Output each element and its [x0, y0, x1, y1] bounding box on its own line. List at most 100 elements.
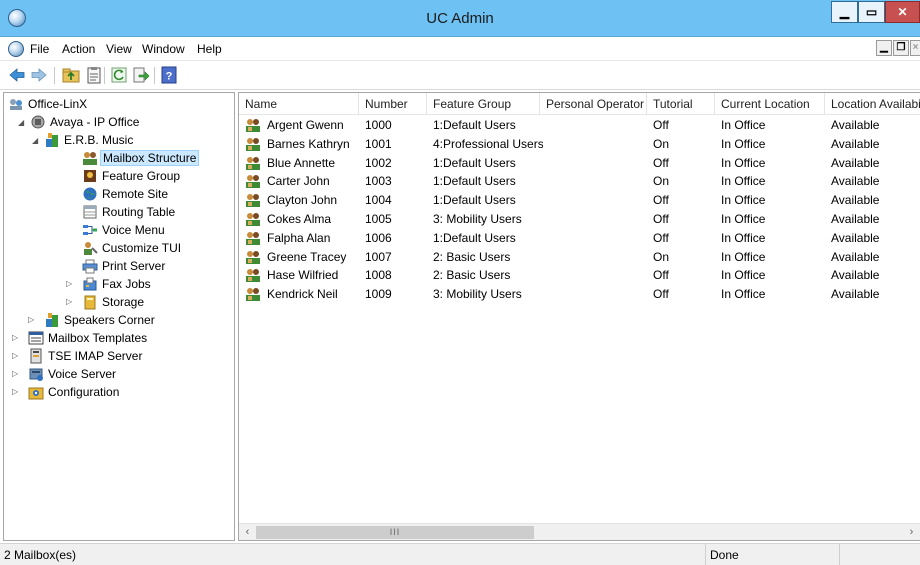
table-row[interactable]: Blue Annette 1002 1:Default Users Off In Off…	[239, 154, 920, 173]
cell-number: 1009	[365, 287, 392, 302]
properties-icon[interactable]	[85, 66, 103, 84]
table-icon	[83, 205, 97, 219]
mailbox-user-icon	[245, 268, 261, 283]
status-mailbox-count: 2 Mailbox(es)	[0, 544, 706, 565]
cell-location-availability: Available	[831, 287, 880, 302]
close-button[interactable]: ✕	[885, 1, 920, 23]
scroll-thumb[interactable]: III	[256, 526, 534, 539]
cell-tutorial: Off	[653, 268, 669, 283]
pbx-icon	[31, 115, 45, 129]
cell-tutorial: Off	[653, 193, 669, 208]
feature-group-icon	[84, 170, 96, 182]
expand-arrow-icon[interactable]: ▷	[66, 279, 75, 288]
up-folder-icon[interactable]	[62, 66, 80, 84]
table-row[interactable]: Barnes Kathryn 1001 4:Professional Users On…	[239, 135, 920, 154]
column-header-current-location[interactable]: Current Location	[715, 93, 825, 115]
cell-tutorial: On	[653, 249, 670, 264]
menu-file[interactable]: File	[30, 42, 49, 56]
refresh-icon[interactable]	[110, 66, 128, 84]
expand-arrow-icon[interactable]: ▷	[28, 315, 37, 324]
child-close-button[interactable]: ×	[910, 40, 920, 56]
menu-bar: File Action View Window Help	[0, 37, 920, 61]
column-header-tutorial[interactable]: Tutorial	[647, 93, 715, 115]
table-row[interactable]: Falpha Alan 1006 1:Default Users Off In Offi…	[239, 229, 920, 248]
child-minimize-button[interactable]: ▁	[876, 40, 892, 56]
table-row[interactable]: Clayton John 1004 1:Default Users Off In Off…	[239, 191, 920, 210]
toolbar: ?	[0, 61, 920, 90]
printer-icon	[82, 259, 98, 274]
table-row[interactable]: Cokes Alma 1005 3: Mobility Users Off In Off…	[239, 210, 920, 229]
forward-arrow-icon[interactable]	[30, 66, 48, 84]
cell-current-location: In Office	[721, 174, 766, 189]
horizontal-scrollbar[interactable]: ‹ III ›	[239, 523, 920, 540]
mailbox-user-icon	[245, 287, 261, 302]
scroll-right-arrow-icon[interactable]: ›	[903, 524, 920, 540]
cell-location-availability: Available	[831, 193, 880, 208]
cell-current-location: In Office	[721, 155, 766, 170]
maximize-button[interactable]: ▭	[858, 1, 885, 23]
cell-tutorial: Off	[653, 287, 669, 302]
cell-number: 1005	[365, 212, 392, 226]
menu-window[interactable]: Window	[142, 42, 185, 56]
imap-server-icon	[30, 348, 42, 364]
column-header-feature-group[interactable]: Feature Group	[427, 93, 540, 115]
cell-location-availability: Available	[831, 249, 880, 264]
cell-name: Falpha Alan	[267, 230, 331, 245]
cell-tutorial: On	[653, 174, 670, 189]
column-header-name[interactable]: Name	[239, 93, 359, 115]
child-restore-button[interactable]: ❐	[893, 40, 909, 56]
cell-tutorial: Off	[653, 212, 669, 226]
cell-feature-group: 1:Default Users	[433, 230, 516, 245]
cell-feature-group: 1:Default Users	[433, 118, 516, 132]
menu-help[interactable]: Help	[197, 42, 222, 56]
table-row[interactable]: Carter John 1003 1:Default Users On In Offic…	[239, 172, 920, 191]
cell-number: 1008	[365, 268, 392, 283]
help-icon[interactable]: ?	[160, 66, 178, 84]
scroll-left-arrow-icon[interactable]: ‹	[239, 524, 256, 540]
status-empty-segment	[840, 544, 920, 565]
cell-number: 1000	[365, 118, 392, 132]
voice-server-icon	[29, 368, 43, 381]
menu-view[interactable]: View	[106, 42, 132, 56]
menu-action[interactable]: Action	[62, 42, 95, 56]
cell-location-availability: Available	[831, 174, 880, 189]
mailbox-user-icon	[245, 250, 261, 265]
mailbox-user-icon	[245, 118, 261, 133]
collapse-arrow-icon[interactable]: ◢	[18, 118, 27, 127]
cell-feature-group: 1:Default Users	[433, 193, 516, 208]
table-row[interactable]: Greene Tracey 1007 2: Basic Users On In Offi…	[239, 248, 920, 267]
console-icon[interactable]	[8, 41, 24, 57]
column-header-location-availability[interactable]: Location Availabi	[825, 93, 920, 115]
title-bar: UC Admin ▁ ▭ ✕	[0, 0, 920, 37]
expand-arrow-icon[interactable]: ▷	[12, 333, 21, 342]
cell-number: 1002	[365, 155, 392, 170]
cell-current-location: In Office	[721, 136, 766, 151]
navigation-tree[interactable]: Office-LinX ◢ Avaya - IP Office ◢ E.R.B.…	[3, 92, 235, 541]
cell-location-availability: Available	[831, 136, 880, 151]
cell-current-location: In Office	[721, 287, 766, 302]
table-row[interactable]: Kendrick Neil 1009 3: Mobility Users Off In …	[239, 285, 920, 304]
customize-tui-icon	[84, 242, 98, 255]
table-row[interactable]: Hase Wilfried 1008 2: Basic Users Off In Off…	[239, 266, 920, 285]
cell-name: Blue Annette	[267, 155, 336, 170]
collapse-arrow-icon[interactable]: ◢	[32, 136, 41, 145]
mailbox-user-icon	[245, 174, 261, 189]
expand-arrow-icon[interactable]: ▷	[12, 369, 21, 378]
expand-arrow-icon[interactable]: ▷	[12, 351, 21, 360]
expand-arrow-icon[interactable]: ▷	[12, 387, 21, 396]
column-header-number[interactable]: Number	[359, 93, 427, 115]
cell-tutorial: Off	[653, 155, 669, 170]
table-row[interactable]: Argent Gwenn 1000 1:Default Users Off In Off…	[239, 116, 920, 135]
back-arrow-icon[interactable]	[8, 66, 26, 84]
expand-arrow-icon[interactable]: ▷	[66, 297, 75, 306]
minimize-button[interactable]: ▁	[831, 1, 858, 23]
export-list-icon[interactable]	[132, 66, 150, 84]
column-header-personal-operator[interactable]: Personal Operator	[540, 93, 647, 115]
cell-current-location: In Office	[721, 212, 766, 226]
cell-feature-group: 3: Mobility Users	[433, 212, 522, 226]
mailbox-user-icon	[245, 231, 261, 246]
cell-name: Argent Gwenn	[267, 118, 344, 132]
cell-location-availability: Available	[831, 230, 880, 245]
mailbox-list[interactable]: Name Number Feature Group Personal Opera…	[238, 92, 920, 541]
cell-feature-group: 4:Professional Users	[433, 136, 543, 151]
